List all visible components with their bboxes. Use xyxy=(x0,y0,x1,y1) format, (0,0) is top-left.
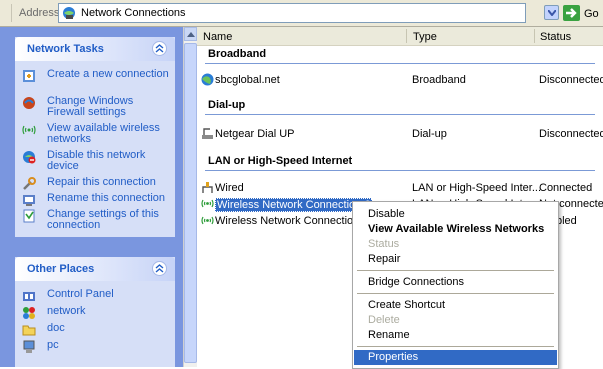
dialup-icon xyxy=(202,128,213,139)
go-label[interactable]: Go xyxy=(584,8,599,20)
rename-icon xyxy=(23,195,35,206)
group-divider xyxy=(205,170,595,171)
task-label: Change Windows Firewall settings xyxy=(47,95,134,118)
chevron-up-icon xyxy=(155,264,164,273)
column-name[interactable]: Name xyxy=(203,31,232,43)
menu-separator xyxy=(357,270,554,271)
connection-name: Netgear Dial UP xyxy=(215,128,295,140)
menu-separator xyxy=(357,346,554,347)
chevron-down-icon xyxy=(548,10,556,16)
list-item[interactable]: Netgear Dial UP Dial-up Disconnected xyxy=(197,127,603,141)
task-label: Change settings of this connection xyxy=(47,208,159,231)
column-status[interactable]: Status xyxy=(540,31,571,43)
menu-item-view-wireless-networks[interactable]: View Available Wireless Networks xyxy=(354,222,557,237)
group-header-lan: LAN or High-Speed Internet xyxy=(208,155,353,167)
task-label: View available wireless networks xyxy=(47,122,160,145)
menu-item-status: Status xyxy=(368,238,400,250)
address-label: Address xyxy=(19,7,60,19)
connection-type: Dial-up xyxy=(412,128,447,140)
task-pane-scrollbar[interactable] xyxy=(183,27,197,367)
go-button[interactable] xyxy=(563,5,580,21)
place-label: pc xyxy=(47,339,59,351)
other-places-title: Other Places xyxy=(27,263,95,275)
settings-icon xyxy=(23,209,35,223)
column-header: Name Type Status xyxy=(197,27,603,46)
collapse-button[interactable] xyxy=(152,41,167,56)
column-divider[interactable] xyxy=(534,29,535,43)
menu-item-create-shortcut[interactable]: Create Shortcut xyxy=(354,298,557,313)
repair-icon xyxy=(23,177,36,190)
address-dropdown-button[interactable] xyxy=(544,5,559,20)
network-connections-icon xyxy=(63,7,75,19)
arrow-right-icon xyxy=(566,8,577,18)
address-bar: Address Network Connections Go xyxy=(0,0,603,27)
place-label: Control Panel xyxy=(47,288,114,300)
group-header-broadband: Broadband xyxy=(208,48,267,60)
menu-item-properties[interactable]: Properties xyxy=(354,350,557,365)
list-item[interactable]: Wired LAN or High-Speed Inter... Connect… xyxy=(197,181,603,195)
network-tasks-panel: Network Tasks Create a new connection Ch… xyxy=(15,37,175,237)
connection-status: Connected xyxy=(539,182,593,194)
other-places-panel: Other Places Control Panel network doc p… xyxy=(15,257,175,367)
connection-type: Broadband xyxy=(412,74,466,86)
globe-icon xyxy=(201,73,214,86)
connection-status: Disconnected xyxy=(539,128,603,140)
task-label: Create a new connection xyxy=(47,68,169,80)
group-divider xyxy=(205,63,595,64)
group-divider xyxy=(205,114,595,115)
place-label: network xyxy=(47,305,86,317)
network-icon xyxy=(23,307,35,319)
chevron-up-icon xyxy=(155,44,164,53)
list-item[interactable]: sbcglobal.net Broadband Disconnected xyxy=(197,73,603,87)
toolbar-separator xyxy=(11,4,12,22)
connection-name: Wired xyxy=(215,182,244,194)
connection-name: Wireless Network Connection xyxy=(215,215,360,227)
menu-item-repair[interactable]: Repair xyxy=(354,252,557,267)
context-menu: Disable View Available Wireless Networks… xyxy=(352,201,559,369)
scroll-up-icon xyxy=(187,32,195,37)
wireless-icon xyxy=(201,199,214,208)
menu-separator xyxy=(357,293,554,294)
address-input[interactable]: Network Connections xyxy=(58,3,526,23)
scroll-thumb[interactable] xyxy=(184,43,197,363)
task-pane: Network Tasks Create a new connection Ch… xyxy=(0,27,183,367)
connection-type: LAN or High-Speed Inter... xyxy=(412,182,542,194)
firewall-icon xyxy=(23,97,35,109)
task-label: Repair this connection xyxy=(47,176,156,188)
column-divider[interactable] xyxy=(406,29,407,43)
wireless-icon xyxy=(22,125,36,135)
connection-status: Disconnected xyxy=(539,74,603,86)
group-header-dialup: Dial-up xyxy=(208,99,246,111)
collapse-button[interactable] xyxy=(152,261,167,276)
address-path: Network Connections xyxy=(81,7,186,19)
computer-icon xyxy=(23,340,35,353)
network-tasks-title: Network Tasks xyxy=(27,43,104,55)
menu-item-delete: Delete xyxy=(368,314,400,326)
other-places-header[interactable]: Other Places xyxy=(15,257,175,281)
control-panel-icon xyxy=(23,292,35,301)
connection-status: bled xyxy=(556,215,577,227)
wireless-icon xyxy=(201,216,214,225)
scroll-up-button[interactable] xyxy=(184,27,197,41)
folder-icon xyxy=(22,325,36,336)
menu-item-bridge-connections[interactable]: Bridge Connections xyxy=(354,275,557,290)
column-type[interactable]: Type xyxy=(413,31,437,43)
task-label: Disable this network device xyxy=(47,149,146,172)
menu-item-disable[interactable]: Disable xyxy=(354,207,557,222)
lan-icon xyxy=(202,182,213,193)
connection-name: Wireless Network Connection 6 xyxy=(215,198,373,212)
task-label: Rename this connection xyxy=(47,192,166,204)
disable-device-icon xyxy=(23,151,36,164)
network-tasks-header[interactable]: Network Tasks xyxy=(15,37,175,61)
place-label: doc xyxy=(47,322,65,334)
connection-name: sbcglobal.net xyxy=(215,74,280,86)
menu-item-rename[interactable]: Rename xyxy=(354,328,557,343)
new-connection-icon xyxy=(23,70,35,82)
